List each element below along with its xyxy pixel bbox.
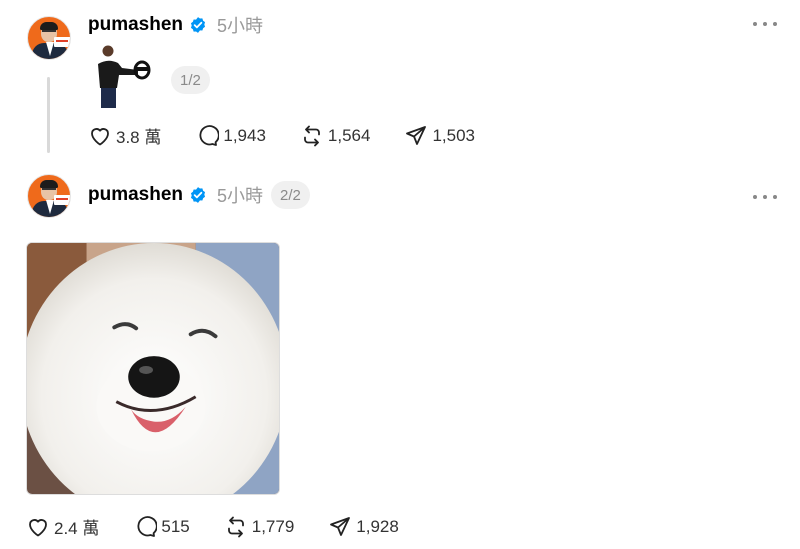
share-button[interactable]: 1,928 [328,515,399,539]
repost-icon [304,125,320,146]
comment-icon [199,124,220,146]
thread-line [47,77,50,153]
repost-button[interactable]: 1,564 [300,124,371,148]
heart-icon [91,127,109,145]
like-count: 3.8 萬 [116,128,162,147]
repost-count: 1,564 [327,125,371,145]
avatar[interactable] [27,174,71,218]
gif-thumbnail[interactable] [92,44,152,110]
verified-badge-icon [190,187,206,203]
media-counter: 1/2 [171,66,210,94]
post-time[interactable]: 5小時 [217,12,263,38]
heart-icon [29,518,47,536]
reply-count: 515 [161,516,190,536]
reply-button[interactable]: 515 [133,515,190,539]
verified-badge-icon [190,17,206,33]
like-button[interactable]: 3.8 萬 [88,123,161,148]
post-actions: 3.8 萬 1,943 1,564 1,503 [88,123,509,148]
share-count: 1,503 [432,125,475,145]
share-button[interactable]: 1,503 [404,124,475,148]
repost-icon [227,516,244,537]
reply-count: 1,943 [223,125,266,145]
like-count: 2.4 萬 [54,519,100,538]
username[interactable]: pumashen [88,184,183,206]
repost-button[interactable]: 1,779 [224,515,295,539]
comment-icon [137,515,158,537]
post-counter: 2/2 [271,181,310,209]
share-icon [406,125,427,145]
post-header: pumashen 5小時 2/2 [88,181,310,209]
dog-photo[interactable] [26,242,280,495]
share-icon [330,516,351,536]
more-options-icon[interactable] [753,190,777,204]
like-button[interactable]: 2.4 萬 [26,514,99,539]
repost-count: 1,779 [251,516,295,536]
username[interactable]: pumashen [88,14,183,36]
post-actions: 2.4 萬 515 1,779 1,928 [26,514,433,539]
share-count: 1,928 [356,516,399,536]
more-options-icon[interactable] [753,17,777,31]
avatar[interactable] [27,16,71,60]
post-header: pumashen 5小時 [88,13,263,37]
post-time[interactable]: 5小時 [217,182,263,208]
reply-button[interactable]: 1,943 [195,124,266,148]
